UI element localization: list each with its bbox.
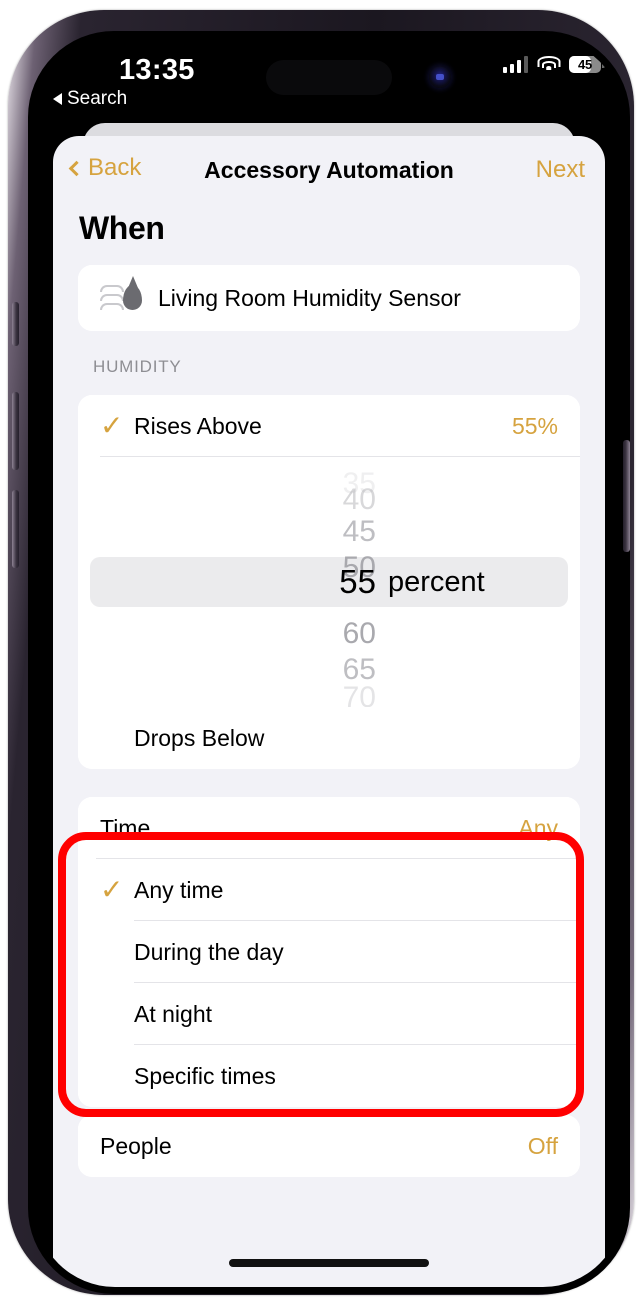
- time-option-at-night[interactable]: ✓ At night: [78, 983, 580, 1045]
- humidity-value-picker[interactable]: 35 40 45 50 55 percent 60 65 70: [78, 457, 580, 714]
- phone-frame: 13:35 Search 45 Back Accessory Automatio…: [8, 10, 634, 1295]
- navigation-bar: Back Accessory Automation Next: [53, 136, 605, 200]
- phone-screen: 13:35 Search 45 Back Accessory Automatio…: [35, 38, 623, 1287]
- time-header-row[interactable]: Time Any: [78, 797, 580, 859]
- people-value: Off: [527, 1132, 558, 1159]
- picker-options[interactable]: 35 40 45 50 55 percent 60 65 70: [78, 457, 580, 714]
- dynamic-island: [266, 60, 392, 95]
- drops-below-label: Drops Below: [134, 724, 265, 751]
- time-card: Time Any ✓ Any time ✓ During the day: [78, 797, 580, 1107]
- accessory-name: Living Room Humidity Sensor: [158, 284, 461, 311]
- humidity-sensor-icon: [100, 281, 142, 315]
- time-header-label: Time: [100, 814, 151, 841]
- power-button[interactable]: [623, 440, 630, 552]
- action-button[interactable]: [12, 302, 19, 346]
- next-button[interactable]: Next: [536, 156, 585, 184]
- accessory-card: Living Room Humidity Sensor: [78, 265, 580, 331]
- battery-percent: 45: [577, 57, 593, 72]
- checkmark-icon: ✓: [100, 410, 124, 441]
- time-header-value: Any: [518, 814, 558, 841]
- modal-sheet: Back Accessory Automation Next When Livi…: [53, 136, 605, 1287]
- back-triangle-icon: [53, 93, 62, 105]
- picker-selected-value: 55: [339, 563, 376, 600]
- when-heading: When: [79, 210, 165, 246]
- picker-option-selected[interactable]: 55 percent: [78, 563, 580, 601]
- wifi-icon: [537, 56, 560, 73]
- people-card: People Off: [78, 1115, 580, 1177]
- drops-below-row[interactable]: ✓ Drops Below: [78, 707, 580, 769]
- checkmark-icon: ✓: [100, 874, 124, 905]
- screenshot-root: 13:35 Search 45 Back Accessory Automatio…: [0, 0, 642, 1305]
- time-option-any-time[interactable]: ✓ Any time: [78, 859, 580, 921]
- people-label: People: [100, 1132, 172, 1159]
- picker-option[interactable]: 45: [78, 513, 580, 551]
- picker-unit-label: percent: [388, 565, 485, 598]
- rises-above-row[interactable]: ✓ Rises Above 55%: [78, 395, 580, 457]
- people-row[interactable]: People Off: [78, 1115, 580, 1177]
- front-camera-icon: [429, 66, 451, 88]
- page-title: Accessory Automation: [204, 157, 454, 183]
- battery-icon: 45: [569, 56, 605, 73]
- status-icons: 45: [502, 56, 605, 73]
- return-to-search-label: Search: [67, 88, 128, 109]
- home-indicator[interactable]: [229, 1259, 429, 1267]
- time-option-during-the-day[interactable]: ✓ During the day: [78, 921, 580, 983]
- volume-up-button[interactable]: [12, 392, 19, 470]
- picker-option[interactable]: 60: [78, 615, 580, 653]
- status-time: 13:35: [119, 54, 195, 86]
- humidity-group-header: HUMIDITY: [93, 357, 182, 376]
- time-option-specific-times[interactable]: ✓ Specific times: [78, 1045, 580, 1107]
- rises-above-label: Rises Above: [134, 412, 262, 439]
- accessory-row[interactable]: Living Room Humidity Sensor: [78, 265, 580, 331]
- volume-down-button[interactable]: [12, 490, 19, 568]
- rises-above-value: 55%: [511, 412, 558, 439]
- return-to-search-button[interactable]: Search: [53, 88, 127, 110]
- humidity-card: ✓ Rises Above 55% 35 40 45 50 55 percent…: [78, 395, 580, 769]
- cellular-bars-icon: [502, 56, 528, 73]
